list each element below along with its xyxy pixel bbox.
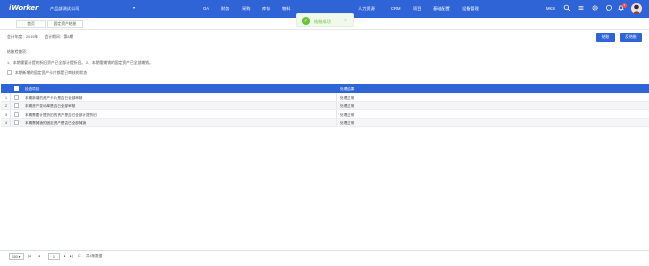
- row-item: 本期资产变动单是否已全部审核: [25, 104, 76, 108]
- period-label: 会计期间：: [44, 35, 64, 39]
- column-divider: [336, 110, 337, 118]
- column-divider: [10, 101, 11, 109]
- period-value: 第8期: [63, 35, 74, 39]
- row-number: 3: [5, 112, 7, 117]
- tab-fixed-asset-checkout[interactable]: 固定资产结账: [47, 20, 83, 28]
- column-divider: [336, 101, 337, 109]
- last-page-icon[interactable]: ▸|: [70, 254, 73, 258]
- first-page-icon[interactable]: |◂: [28, 254, 31, 258]
- table-row[interactable]: 1 本期新增的资产卡片是否已全部审核 处理正常: [1, 93, 649, 102]
- nav-item-equipment[interactable]: 设备管理: [462, 6, 479, 12]
- row-result: 处理正常: [340, 104, 355, 108]
- table-row[interactable]: 2 本期资产变动单是否已全部审核 处理正常: [1, 101, 649, 110]
- column-divider: [10, 118, 11, 126]
- column-header-item: 检查项目: [25, 86, 40, 91]
- nav-item-finance[interactable]: 财务: [221, 6, 229, 12]
- avatar[interactable]: [631, 3, 642, 14]
- column-divider: [10, 110, 11, 118]
- record-count: 共4条数据: [86, 254, 103, 258]
- option-label: 本期新增的固定资产卡片都是已审核的状态: [15, 71, 88, 75]
- year-label: 会计年度：: [7, 35, 26, 39]
- footer-divider: [0, 250, 649, 251]
- nav-item-hr[interactable]: 人力资源: [358, 6, 375, 12]
- nav-item-inventory[interactable]: 库存: [262, 6, 270, 12]
- table-row[interactable]: 4 本期需摊销的固定资产是否已全部摊销 处理正常: [1, 118, 649, 127]
- option-checkbox[interactable]: [7, 70, 12, 75]
- chevron-down-icon[interactable]: ▾: [133, 5, 135, 10]
- row-result: 处理正常: [340, 112, 355, 117]
- nav-item-crm[interactable]: CRM: [391, 6, 401, 11]
- row-item: 本期新增的资产卡片是否已全部审核: [25, 95, 83, 100]
- nav-item-purchase[interactable]: 采购: [242, 6, 250, 12]
- refresh-icon[interactable]: C: [78, 254, 81, 258]
- check-items-note: 1、本期需要计提的折旧资产已全部计提折旧。 2、本期需摊销的固定资产已全部摊销。: [7, 61, 153, 65]
- nav-item-material[interactable]: 物料: [282, 6, 290, 12]
- table-row[interactable]: 3 本期需要计提折旧的资产是否已全部计提折旧 处理正常: [1, 110, 649, 119]
- menu-icon[interactable]: [577, 4, 585, 12]
- select-all-checkbox[interactable]: [14, 86, 19, 91]
- row-item: 本期需要计提折旧的资产是否已全部计提折旧: [25, 112, 97, 117]
- row-number: 4: [5, 121, 7, 125]
- next-page-icon[interactable]: ▸: [64, 254, 66, 258]
- chat-icon[interactable]: [605, 4, 613, 12]
- user-name[interactable]: MKS: [546, 6, 555, 11]
- search-icon[interactable]: [563, 4, 571, 12]
- user-avatar-icon: [632, 4, 641, 14]
- chevron-down-icon: ▾: [18, 255, 21, 259]
- accounting-period: 会计年度：2019年 会计期间：第8期: [7, 35, 73, 40]
- column-divider: [10, 93, 11, 101]
- page-number-input[interactable]: 1: [48, 253, 60, 260]
- check-items-heading: 结账检查项：: [7, 50, 30, 54]
- year-value: 2019年: [25, 35, 39, 39]
- row-checkbox[interactable]: [14, 103, 19, 109]
- reverse-checkout-button[interactable]: 反结账: [620, 33, 642, 42]
- page-size-select[interactable]: 100 ▾: [9, 253, 24, 260]
- checkout-button[interactable]: 结账: [596, 33, 615, 42]
- row-result: 处理正常: [340, 95, 355, 100]
- app-logo[interactable]: iWorker: [9, 4, 38, 12]
- tab-home[interactable]: 首页: [16, 20, 46, 28]
- page-size-value: 100: [12, 255, 18, 259]
- row-number: 2: [5, 104, 7, 108]
- row-checkbox[interactable]: [14, 111, 19, 117]
- notification-badge: 4: [622, 3, 627, 8]
- nav-item-base-config[interactable]: 基础配置: [433, 6, 450, 12]
- row-result: 处理正常: [340, 121, 355, 125]
- row-checkbox[interactable]: [14, 94, 19, 100]
- prev-page-icon[interactable]: ◂: [38, 254, 40, 258]
- nav-item-oa[interactable]: OA: [203, 6, 209, 11]
- column-header-result: 处理结果: [340, 86, 355, 91]
- table-header: 检查项目 处理结果: [1, 84, 649, 93]
- row-item: 本期需摊销的固定资产是否已全部摊销: [25, 121, 87, 125]
- row-number: 1: [5, 95, 7, 100]
- nav-item-project[interactable]: 项目: [413, 6, 421, 12]
- company-selector[interactable]: 产品部测试公司: [50, 6, 79, 12]
- page-tabs: 首页 固定资产结账: [0, 18, 649, 30]
- row-checkbox[interactable]: [14, 120, 19, 126]
- gear-icon[interactable]: [591, 4, 599, 12]
- column-divider: [336, 118, 337, 126]
- column-divider: [336, 93, 337, 101]
